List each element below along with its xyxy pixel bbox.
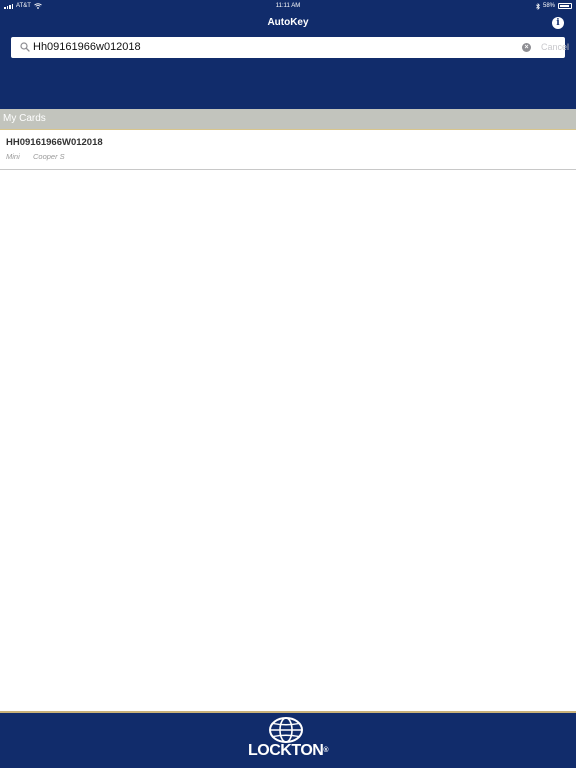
search-bar: × Cancel [11, 37, 569, 58]
cancel-button[interactable]: Cancel [541, 37, 569, 58]
logo-text: LOCKTON [248, 742, 324, 759]
footer: LOCKTON® [0, 711, 576, 768]
section-header-my-cards: My Cards [0, 109, 576, 130]
status-right: 58% [536, 0, 572, 12]
app-header: AT&T 11:11 AM 58% AutoKey i × Cancel [0, 0, 576, 109]
card-model: Cooper S [33, 152, 65, 161]
lockton-globe-logo-icon [269, 717, 303, 743]
clear-icon[interactable]: × [522, 43, 531, 52]
battery-percent: 58% [542, 3, 555, 9]
search-icon [20, 42, 30, 52]
card-make: Mini [6, 152, 20, 161]
status-time: 11:11 AM [275, 3, 301, 9]
battery-icon [558, 3, 572, 9]
registered-mark: ® [323, 747, 328, 754]
lockton-logo: LOCKTON® [0, 741, 576, 761]
card-id: HH09161966W012018 [6, 137, 103, 148]
page-title: AutoKey [267, 17, 309, 28]
search-input[interactable] [33, 37, 503, 58]
bluetooth-icon [536, 2, 540, 10]
status-bar: AT&T 11:11 AM 58% [0, 0, 576, 12]
card-list-item[interactable]: HH09161966W012018 Mini Cooper S [0, 131, 576, 170]
info-icon[interactable]: i [552, 17, 564, 29]
